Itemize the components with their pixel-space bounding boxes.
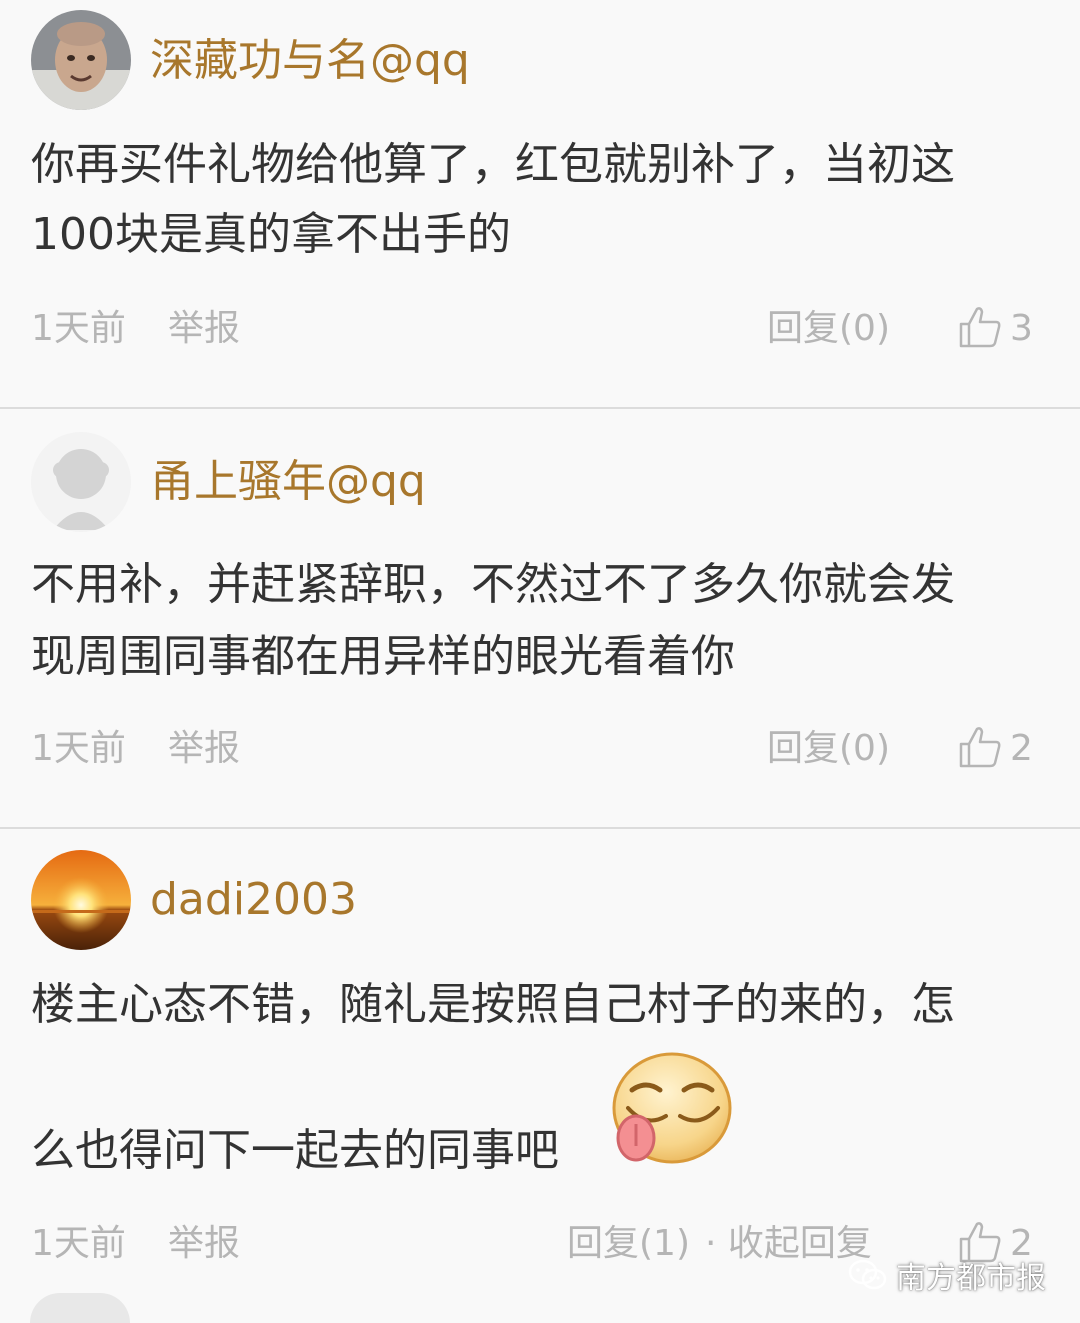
thumbs-up-icon[interactable] <box>958 725 1002 769</box>
wechat-icon <box>848 1259 887 1290</box>
avatar-default[interactable] <box>31 432 131 532</box>
report-button[interactable]: 举报 <box>168 724 240 774</box>
laughing-emoji-icon <box>612 1052 732 1164</box>
avatar-image <box>31 850 131 950</box>
divider <box>0 407 1080 409</box>
comment-text-line: 100块是真的拿不出手的 <box>31 209 511 260</box>
reply-button[interactable]: 回复(0) <box>767 724 890 774</box>
reply-button[interactable]: 回复(0) <box>767 304 890 354</box>
avatar-photo-man[interactable] <box>31 10 131 110</box>
comment-text-line: 楼主心态不错，随礼是按照自己村子的来的，怎 <box>31 979 955 1030</box>
comment-text: 不用补，并赶紧辞职，不然过不了多久你就会发 现周围同事都在用异样的眼光看着你 <box>31 552 1046 696</box>
comment-time: 1天前 <box>31 728 126 769</box>
report-button[interactable]: 举报 <box>168 1219 240 1269</box>
reply-button[interactable]: 回复(1) <box>567 1219 690 1269</box>
like-count: 2 <box>1010 728 1033 769</box>
comment-text-line: 现周围同事都在用异样的眼光看着你 <box>31 631 735 682</box>
avatar-image <box>31 10 131 110</box>
watermark: 南方都市报 <box>848 1253 1046 1297</box>
comment-text: 楼主心态不错，随礼是按照自己村子的来的，怎 么也得问下一起去的同事吧 <box>31 972 1046 1188</box>
comment-time: 1天前 <box>31 308 126 349</box>
next-avatar-peek <box>30 1293 130 1323</box>
thumbs-up-icon[interactable] <box>958 305 1002 349</box>
comment-username[interactable]: 深藏功与名@qq <box>150 31 470 91</box>
watermark-text: 南方都市报 <box>896 1261 1046 1296</box>
comment-text-line: 你再买件礼物给他算了，红包就别补了，当初这 <box>31 139 955 190</box>
comment-text-line: 么也得问下一起去的同事吧 <box>31 1125 559 1176</box>
comment-username[interactable]: dadi2003 <box>150 870 357 930</box>
collapse-replies-button[interactable]: · 收起回复 <box>705 1219 872 1269</box>
avatar-sunset[interactable] <box>31 850 131 950</box>
default-avatar-icon <box>31 432 131 532</box>
comment-time: 1天前 <box>31 1223 126 1264</box>
comment-text: 你再买件礼物给他算了，红包就别补了，当初这 100块是真的拿不出手的 <box>31 132 1046 272</box>
comment-text-line: 不用补，并赶紧辞职，不然过不了多久你就会发 <box>31 559 955 610</box>
comment-username[interactable]: 甬上骚年@qq <box>150 452 426 512</box>
divider <box>0 827 1080 829</box>
report-button[interactable]: 举报 <box>168 304 240 354</box>
like-count: 3 <box>1010 308 1033 349</box>
